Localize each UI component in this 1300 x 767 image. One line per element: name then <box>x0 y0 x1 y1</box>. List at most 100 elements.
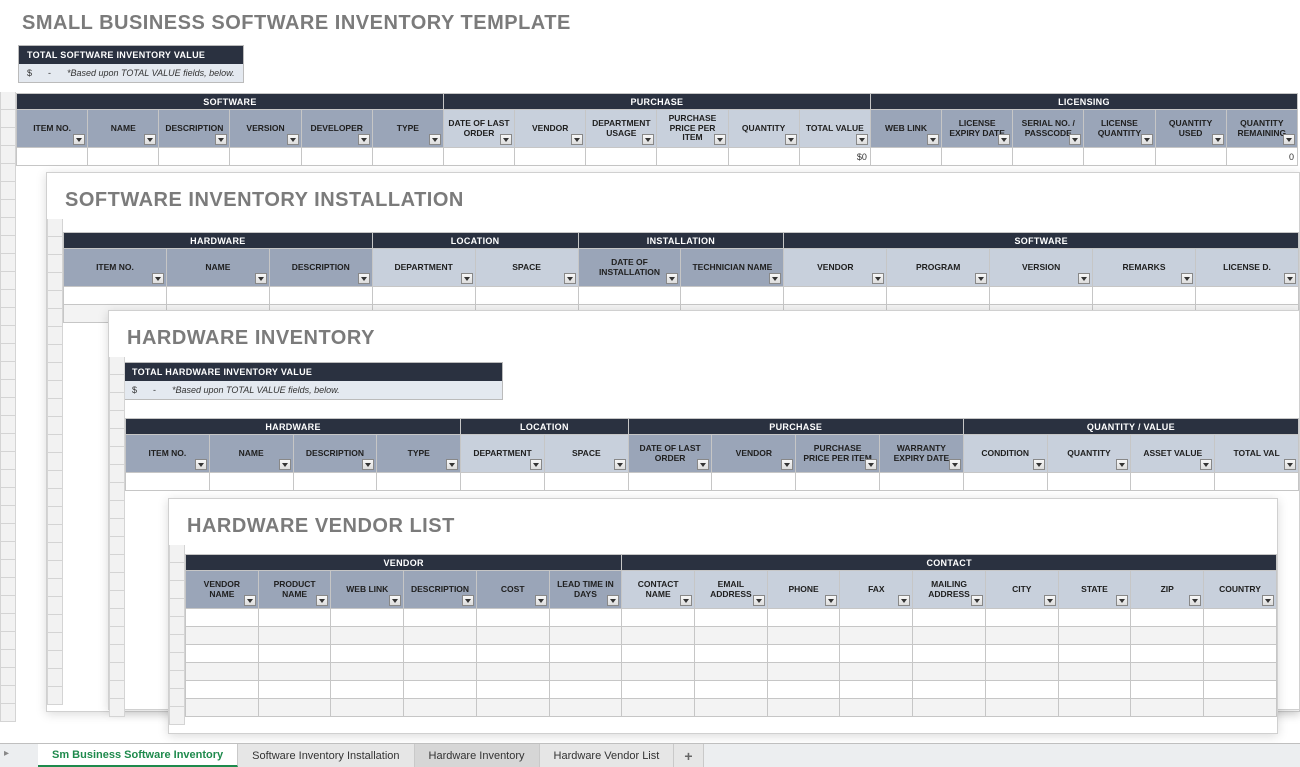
table-cell[interactable] <box>258 627 331 645</box>
table-cell[interactable] <box>1058 627 1131 645</box>
table-cell[interactable] <box>404 627 477 645</box>
row-handle[interactable] <box>0 542 16 560</box>
table-cell[interactable] <box>404 699 477 717</box>
row-handle[interactable] <box>0 398 16 416</box>
filter-dropdown-icon[interactable] <box>1181 273 1193 284</box>
row-handle[interactable] <box>0 578 16 596</box>
row-handle[interactable] <box>109 519 125 537</box>
filter-dropdown-icon[interactable] <box>1116 595 1128 606</box>
table-row[interactable] <box>186 645 1277 663</box>
table-cell[interactable] <box>331 663 404 681</box>
filter-dropdown-icon[interactable] <box>358 134 370 145</box>
row-handle[interactable] <box>169 707 185 725</box>
table-cell[interactable] <box>1204 645 1277 663</box>
filter-dropdown-icon[interactable] <box>244 595 256 606</box>
filter-dropdown-icon[interactable] <box>1262 595 1274 606</box>
table-cell[interactable] <box>544 473 628 491</box>
row-handle[interactable] <box>109 591 125 609</box>
row-handle[interactable] <box>47 489 63 507</box>
row-handle[interactable] <box>0 668 16 686</box>
table-cell[interactable] <box>985 699 1058 717</box>
sheet-tab[interactable]: Software Inventory Installation <box>238 744 414 767</box>
filter-dropdown-icon[interactable] <box>1141 134 1153 145</box>
table-cell[interactable] <box>1204 681 1277 699</box>
table-cell[interactable] <box>887 287 990 305</box>
row-handle[interactable] <box>109 681 125 699</box>
filter-dropdown-icon[interactable] <box>1069 134 1081 145</box>
row-handle[interactable] <box>109 357 125 375</box>
table-cell[interactable] <box>1093 287 1196 305</box>
table-cell[interactable] <box>1204 663 1277 681</box>
column-header[interactable]: MAILING ADDRESS <box>913 571 986 609</box>
row-handle[interactable] <box>109 537 125 555</box>
table-cell[interactable] <box>985 681 1058 699</box>
row-handle[interactable] <box>169 563 185 581</box>
row-handle[interactable] <box>109 501 125 519</box>
sheet-tab[interactable]: Sm Business Software Inventory <box>38 744 238 767</box>
table-cell[interactable] <box>1058 681 1131 699</box>
column-header[interactable]: PHONE <box>767 571 840 609</box>
table-cell[interactable] <box>549 681 622 699</box>
table-cell[interactable] <box>377 473 461 491</box>
row-handle[interactable] <box>47 597 63 615</box>
column-header[interactable]: ZIP <box>1131 571 1204 609</box>
column-header[interactable]: EMAIL ADDRESS <box>695 571 768 609</box>
table-cell[interactable] <box>258 663 331 681</box>
table-row[interactable] <box>186 663 1277 681</box>
row-handle[interactable] <box>47 651 63 669</box>
table-cell[interactable] <box>1131 627 1204 645</box>
table-cell[interactable] <box>1131 609 1204 627</box>
row-handle[interactable] <box>0 200 16 218</box>
table-cell[interactable] <box>549 645 622 663</box>
row-handle[interactable] <box>0 146 16 164</box>
column-header[interactable]: DEPARTMENT <box>461 435 545 473</box>
table-cell[interactable] <box>622 645 695 663</box>
table-cell[interactable] <box>880 473 964 491</box>
filter-dropdown-icon[interactable] <box>535 595 547 606</box>
table-cell[interactable] <box>258 609 331 627</box>
column-header[interactable]: VENDOR <box>712 435 796 473</box>
table-cell[interactable] <box>1195 287 1298 305</box>
column-header[interactable]: VENDOR NAME <box>186 571 259 609</box>
table-cell[interactable] <box>767 699 840 717</box>
table-cell[interactable] <box>578 287 681 305</box>
table-cell[interactable] <box>1131 473 1215 491</box>
row-handle[interactable] <box>47 309 63 327</box>
table-cell[interactable] <box>657 148 728 166</box>
filter-dropdown-icon[interactable] <box>73 134 85 145</box>
filter-dropdown-icon[interactable] <box>714 134 726 145</box>
table-cell[interactable] <box>767 645 840 663</box>
row-handle[interactable] <box>47 633 63 651</box>
filter-dropdown-icon[interactable] <box>279 459 291 470</box>
table-cell[interactable] <box>404 645 477 663</box>
column-header[interactable]: PURCHASE PRICE PER ITEM <box>796 435 880 473</box>
column-header[interactable]: DESCRIPTION <box>269 249 372 287</box>
table-cell[interactable] <box>767 627 840 645</box>
row-handle[interactable] <box>47 291 63 309</box>
table-cell[interactable] <box>186 609 259 627</box>
column-header[interactable]: QUANTITY <box>1047 435 1131 473</box>
table-cell[interactable] <box>186 699 259 717</box>
table-cell[interactable] <box>767 663 840 681</box>
row-handle[interactable] <box>47 687 63 705</box>
table-cell[interactable] <box>985 609 1058 627</box>
table-cell[interactable] <box>1155 148 1226 166</box>
table-cell[interactable] <box>622 609 695 627</box>
filter-dropdown-icon[interactable] <box>530 459 542 470</box>
table-cell[interactable] <box>840 681 913 699</box>
table-cell[interactable] <box>269 287 372 305</box>
table-cell[interactable] <box>461 473 545 491</box>
sheet-tab[interactable]: Hardware Inventory <box>415 744 540 767</box>
row-handle[interactable] <box>47 327 63 345</box>
column-header[interactable]: DESCRIPTION <box>293 435 377 473</box>
column-header[interactable]: STATE <box>1058 571 1131 609</box>
row-handle[interactable] <box>0 164 16 182</box>
table-cell[interactable] <box>1131 645 1204 663</box>
row-handle[interactable] <box>47 507 63 525</box>
table-cell[interactable] <box>913 627 986 645</box>
row-handle[interactable] <box>0 470 16 488</box>
table-cell[interactable] <box>913 699 986 717</box>
filter-dropdown-icon[interactable] <box>1116 459 1128 470</box>
table-row[interactable] <box>186 699 1277 717</box>
table-cell[interactable] <box>404 681 477 699</box>
